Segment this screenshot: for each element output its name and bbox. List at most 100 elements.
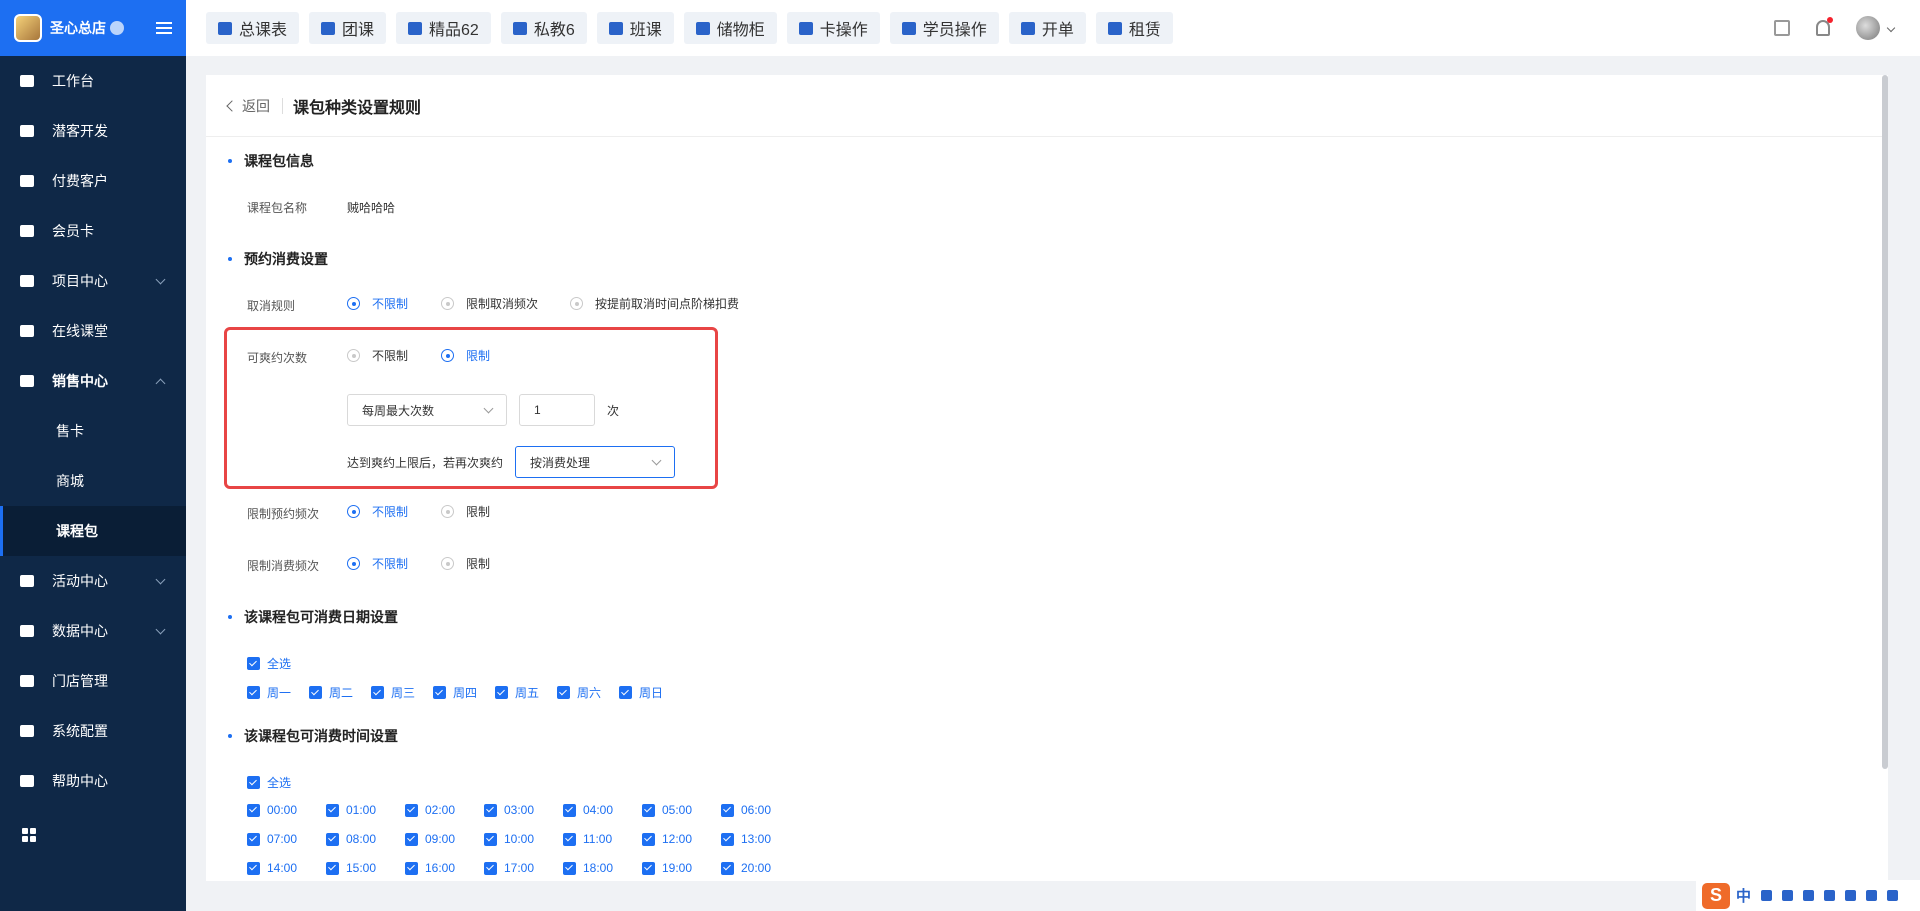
tab-schedule[interactable]: 总课表	[206, 12, 300, 44]
time-slot-checkbox[interactable]: 19:00	[642, 861, 692, 875]
sidebar-item-store[interactable]: 门店管理	[0, 656, 186, 706]
time-slot-checkbox[interactable]: 03:00	[484, 803, 534, 817]
sidebar-item-online-class[interactable]: 在线课堂	[0, 306, 186, 356]
time-slot-checkbox[interactable]: 08:00	[326, 832, 376, 846]
cancel-rule-limit-freq-radio[interactable]: 限制取消频次	[441, 295, 538, 312]
microphone-icon[interactable]	[1782, 890, 1794, 901]
tab-student-ops[interactable]: 学员操作	[889, 12, 999, 44]
cancel-rule-tiered-radio[interactable]: 按提前取消时间点阶梯扣费	[570, 295, 739, 312]
store-name[interactable]: 圣心总店	[50, 18, 106, 38]
time-slot-checkbox[interactable]: 14:00	[247, 861, 297, 875]
locker-icon	[695, 21, 710, 35]
time-slot-checkbox[interactable]: 02:00	[405, 803, 455, 817]
skin-icon[interactable]	[1824, 890, 1836, 901]
time-slot-checkbox[interactable]: 07:00	[247, 832, 297, 846]
sidebar-item-projects[interactable]: 项目中心	[0, 256, 186, 306]
time-slot-checkbox[interactable]: 18:00	[563, 861, 613, 875]
weekday-checkbox[interactable]: 周六	[557, 684, 601, 701]
chevron-down-icon	[483, 403, 494, 414]
back-button[interactable]: 返回	[226, 96, 270, 116]
time-slot-checkbox[interactable]: 13:00	[721, 832, 771, 846]
time-slot-checkbox[interactable]: 00:00	[247, 803, 297, 817]
time-slot-checkbox[interactable]: 05:00	[642, 803, 692, 817]
bell-icon[interactable]	[1816, 17, 1833, 36]
punctuation-icon[interactable]	[1761, 890, 1773, 901]
tab-group-class[interactable]: 团课	[309, 12, 387, 44]
sidebar-item-prospects[interactable]: 潜客开发	[0, 106, 186, 156]
time-slot-checkbox[interactable]: 10:00	[484, 832, 534, 846]
noshow-unlimited-radio[interactable]: 不限制	[347, 347, 408, 364]
ime-mode-toggle[interactable]: 中	[1736, 885, 1751, 906]
sidebar-subitem-course-package[interactable]: 课程包	[0, 506, 186, 556]
times-select-all-checkbox[interactable]: 全选	[247, 774, 291, 791]
time-slot-checkbox[interactable]: 09:00	[405, 832, 455, 846]
sidebar-item-activities[interactable]: 活动中心	[0, 556, 186, 606]
time-slot-checkbox[interactable]: 06:00	[721, 803, 771, 817]
dates-select-all-checkbox[interactable]: 全选	[247, 655, 291, 672]
time-slot-checkbox[interactable]: 20:00	[721, 861, 771, 875]
apps-grid-icon[interactable]	[22, 828, 36, 842]
cancel-rule-unlimited-radio[interactable]: 不限制	[347, 295, 408, 312]
noshow-period-select[interactable]: 每周最大次数	[347, 394, 507, 426]
sidebar-item-help[interactable]: 帮助中心	[0, 756, 186, 806]
id-card-icon	[20, 125, 34, 137]
weekday-checkbox[interactable]: 周三	[371, 684, 415, 701]
menu-toggle-icon[interactable]	[156, 22, 172, 34]
tab-class[interactable]: 班课	[596, 12, 674, 44]
qr-code-icon[interactable]	[1774, 20, 1790, 36]
weekday-checkbox[interactable]: 周四	[433, 684, 477, 701]
section-title-booking: 预约消费设置	[228, 249, 328, 269]
chevron-left-icon	[226, 99, 238, 112]
book-freq-limit-radio[interactable]: 限制	[441, 503, 490, 520]
weekday-checkbox[interactable]: 周一	[247, 684, 291, 701]
tab-order[interactable]: 开单	[1008, 12, 1086, 44]
sidebar-item-settings[interactable]: 系统配置	[0, 706, 186, 756]
tab-private[interactable]: 私教6	[500, 12, 587, 44]
noshow-unit: 次	[607, 404, 620, 418]
gift-icon	[20, 575, 34, 587]
scrollbar[interactable]	[1882, 75, 1888, 769]
weekday-checkbox[interactable]: 周日	[619, 684, 663, 701]
section-title-dates: 该课程包可消费日期设置	[228, 607, 398, 627]
sidebar-item-data[interactable]: 数据中心	[0, 606, 186, 656]
pkg-name-value: 贼哈哈哈	[347, 201, 396, 215]
main-panel: 返回 课包种类设置规则 课程包信息 课程包名称 贼哈哈哈 预约消费设置 取消规则…	[206, 75, 1888, 881]
top-bar: 总课表 团课 精品62 私教6 班课 储物柜 卡操作 学员操作 开单 租赁	[186, 0, 1920, 56]
time-slot-checkbox[interactable]: 01:00	[326, 803, 376, 817]
sidebar-subitem-sell-card[interactable]: 售卡	[0, 406, 186, 456]
chevron-down-icon[interactable]	[1886, 23, 1896, 33]
section-title-info: 课程包信息	[228, 151, 314, 171]
sidebar-item-member-card[interactable]: 会员卡	[0, 206, 186, 256]
weekday-checkbox[interactable]: 周二	[309, 684, 353, 701]
cons-freq-limit-radio[interactable]: 限制	[441, 555, 490, 572]
settings-icon[interactable]	[1887, 890, 1899, 901]
time-slot-checkbox[interactable]: 12:00	[642, 832, 692, 846]
sidebar-item-workbench[interactable]: 工作台	[0, 56, 186, 106]
noshow-count-input[interactable]: 1	[519, 394, 595, 426]
tab-premium[interactable]: 精品62	[396, 12, 491, 44]
pkg-name-label: 课程包名称	[247, 201, 308, 215]
time-slot-checkbox[interactable]: 11:00	[563, 832, 612, 846]
time-slot-checkbox[interactable]: 15:00	[326, 861, 376, 875]
time-slot-checkbox[interactable]: 17:00	[484, 861, 534, 875]
noshow-limit-radio[interactable]: 限制	[441, 347, 490, 364]
toolbox-icon[interactable]	[1866, 890, 1878, 901]
emoji-icon[interactable]	[1845, 890, 1857, 901]
sidebar-item-sales[interactable]: 销售中心	[0, 356, 186, 406]
keyboard-icon[interactable]	[1803, 890, 1815, 901]
sidebar-item-customers[interactable]: 付费客户	[0, 156, 186, 206]
building-icon	[1107, 21, 1122, 35]
weekday-checkbox[interactable]: 周五	[495, 684, 539, 701]
tab-rental[interactable]: 租赁	[1095, 12, 1173, 44]
avatar[interactable]	[1856, 16, 1880, 40]
noshow-after-select[interactable]: 按消费处理	[515, 446, 675, 478]
monitor-icon	[20, 75, 34, 87]
tab-card-ops[interactable]: 卡操作	[786, 12, 880, 44]
cons-freq-unlimited-radio[interactable]: 不限制	[347, 555, 408, 572]
tab-locker[interactable]: 储物柜	[683, 12, 777, 44]
time-slot-checkbox[interactable]: 04:00	[563, 803, 613, 817]
sidebar-subitem-mall[interactable]: 商城	[0, 456, 186, 506]
book-freq-unlimited-radio[interactable]: 不限制	[347, 503, 408, 520]
ime-logo[interactable]: S	[1702, 882, 1730, 909]
time-slot-checkbox[interactable]: 16:00	[405, 861, 455, 875]
